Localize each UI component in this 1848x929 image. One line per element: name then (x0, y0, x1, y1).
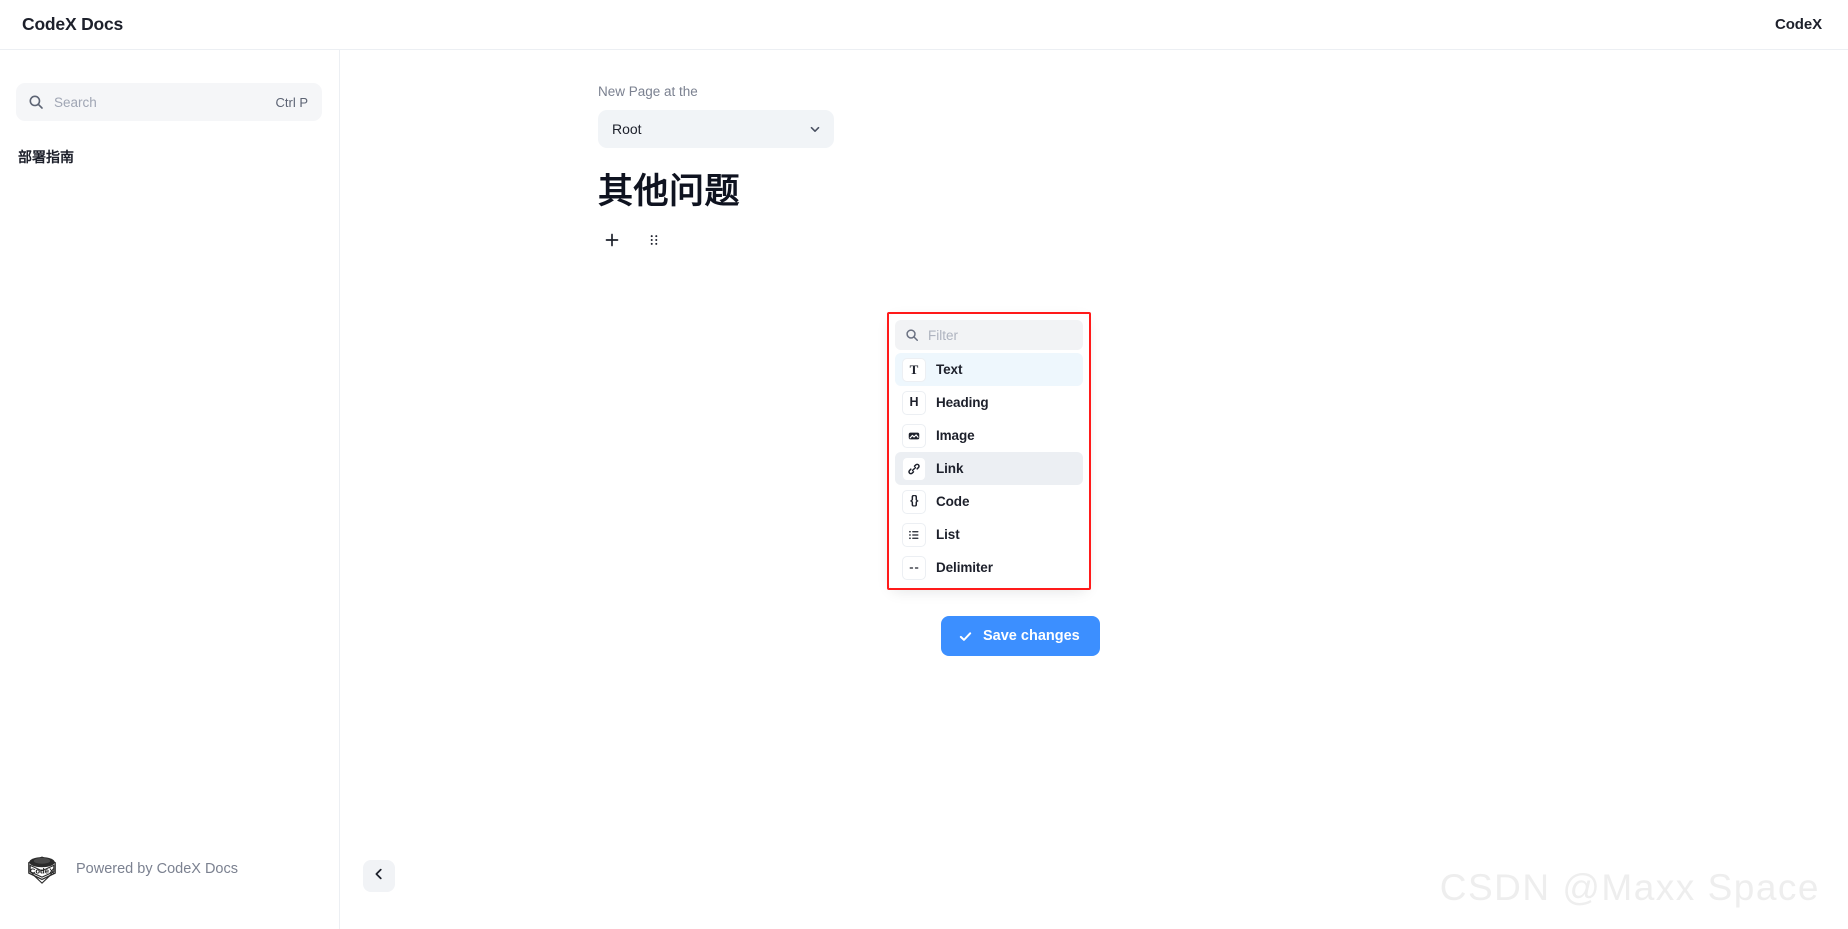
toolbox-item-label: Image (936, 428, 975, 443)
page-editor: New Page at the Root 其他问题 (598, 50, 1238, 255)
toolbox-item-label: Code (936, 494, 970, 509)
toolbox-item-link[interactable]: Link (895, 452, 1083, 485)
codex-logo-icon: CodeX (22, 849, 62, 889)
chevron-left-icon (372, 867, 386, 886)
parent-page-select-value: Root (612, 121, 642, 138)
header-right-label[interactable]: CodeX (1775, 16, 1822, 33)
parent-page-label: New Page at the (598, 84, 698, 99)
toolbox-item-text[interactable]: T Text (895, 353, 1083, 386)
save-changes-button[interactable]: Save changes (941, 616, 1100, 656)
search-placeholder: Search (54, 94, 97, 110)
toolbox-filter-input[interactable]: Filter (895, 320, 1083, 350)
save-changes-label: Save changes (983, 628, 1080, 644)
block-tunes-toolbar (599, 229, 1238, 255)
parent-page-select-wrapper: Root (598, 110, 834, 149)
sidebar-item-deploy-guide[interactable]: 部署指南 (0, 139, 340, 176)
toolbox-item-label: List (936, 527, 960, 542)
list-icon (902, 522, 926, 547)
link-icon (902, 456, 926, 481)
check-icon (958, 629, 973, 644)
toolbox-item-list[interactable]: List (895, 518, 1083, 551)
code-icon: {} (902, 489, 926, 514)
toolbox-item-heading[interactable]: H Heading (895, 386, 1083, 419)
chevron-down-icon (808, 122, 822, 136)
footer-powered-by-text: Powered by CodeX Docs (76, 861, 238, 877)
image-icon (902, 423, 926, 448)
text-icon: T (902, 357, 926, 382)
toolbox-filter-placeholder: Filter (928, 327, 958, 343)
top-bar: CodeX Docs CodeX (0, 0, 1848, 50)
page-title[interactable]: 其他问题 (598, 171, 1238, 215)
toolbox-item-label: Heading (936, 395, 989, 410)
sidebar-collapse-button[interactable] (363, 860, 395, 892)
sidebar-footer: CodeX Powered by CodeX Docs (22, 849, 238, 889)
add-block-button[interactable] (599, 229, 625, 255)
block-toolbox-popup[interactable]: Filter T Text H Heading Image Link {} Co… (889, 314, 1089, 590)
search-input[interactable]: Search Ctrl P (16, 83, 322, 121)
plus-icon (604, 232, 620, 253)
delimiter-icon (902, 555, 926, 580)
search-icon (28, 94, 44, 110)
toolbox-item-label: Delimiter (936, 560, 993, 575)
parent-page-select[interactable]: Root (598, 110, 834, 149)
toolbox-item-image[interactable]: Image (895, 419, 1083, 452)
drag-handle-icon (647, 233, 661, 252)
search-shortcut-hint: Ctrl P (275, 94, 309, 110)
sidebar-nav-list: 部署指南 (0, 139, 340, 176)
main-content: New Page at the Root 其他问题 Filter T Text … (341, 50, 1848, 929)
sidebar: Search Ctrl P 部署指南 CodeX Powered by Code… (0, 50, 340, 929)
app-brand-title[interactable]: CodeX Docs (22, 14, 123, 35)
heading-icon: H (902, 390, 926, 415)
drag-block-handle[interactable] (641, 229, 667, 255)
toolbox-item-label: Link (936, 461, 964, 476)
csdn-watermark: CSDN @Maxx Space (1439, 867, 1820, 908)
toolbox-item-code[interactable]: {} Code (895, 485, 1083, 518)
toolbox-item-delimiter[interactable]: Delimiter (895, 551, 1083, 584)
search-icon (905, 328, 919, 342)
toolbox-item-label: Text (936, 362, 963, 377)
